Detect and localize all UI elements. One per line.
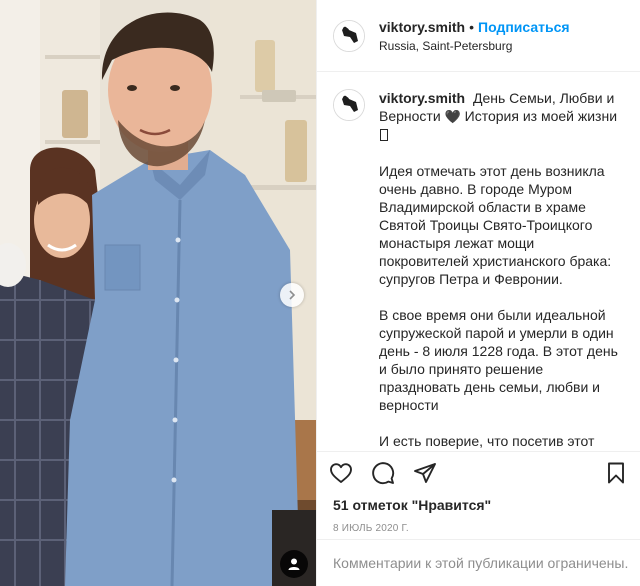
caption-paragraph: Идея отмечать этот день возникла очень д… bbox=[379, 163, 612, 287]
location-link[interactable]: Russia, Saint-Petersburg bbox=[379, 38, 570, 54]
comment-icon bbox=[372, 462, 395, 485]
header-separator: • bbox=[469, 18, 475, 35]
person-tag-icon bbox=[288, 558, 300, 570]
caption: viktory.smith День Семьи, Любви и Вернос… bbox=[333, 89, 624, 451]
caption-first-line-end: История из моей жизни bbox=[464, 108, 618, 124]
follow-button[interactable]: Подписаться bbox=[478, 18, 570, 36]
tagged-users-button[interactable] bbox=[280, 550, 308, 578]
likes-count[interactable]: 51 отметок "Нравится" bbox=[317, 496, 640, 514]
post-actions-section: 51 отметок "Нравится" 8 ИЮЛЬ 2020 Г. bbox=[317, 451, 640, 536]
missing-emoji-icon bbox=[380, 129, 388, 141]
caption-avatar[interactable] bbox=[333, 89, 365, 121]
paper-plane-icon bbox=[414, 463, 436, 483]
avatar[interactable] bbox=[333, 19, 365, 52]
chevron-right-icon bbox=[289, 290, 296, 300]
profile-silhouette-icon bbox=[334, 90, 364, 120]
caption-text: viktory.smith День Семьи, Любви и Вернос… bbox=[379, 89, 619, 451]
heart-icon bbox=[330, 463, 352, 483]
couple-photo bbox=[0, 0, 316, 586]
black-heart-icon: 🖤 bbox=[444, 109, 461, 124]
save-button[interactable] bbox=[602, 459, 630, 487]
caption-paragraph: И есть поверие, что посетив этот храм, ч… bbox=[379, 433, 595, 449]
share-button[interactable] bbox=[411, 459, 439, 487]
action-bar bbox=[317, 452, 640, 494]
caption-first-paragraph: viktory.smith День Семьи, Любви и Вернос… bbox=[379, 89, 619, 144]
caption-username-link[interactable]: viktory.smith bbox=[379, 90, 465, 106]
like-button[interactable] bbox=[327, 459, 355, 487]
profile-silhouette-icon bbox=[334, 20, 364, 51]
carousel-next-button[interactable] bbox=[280, 283, 304, 307]
bookmark-icon bbox=[608, 462, 624, 484]
post-details-panel: viktory.smith • Подписаться Russia, Sain… bbox=[316, 0, 640, 586]
header-username-link[interactable]: viktory.smith bbox=[379, 18, 465, 36]
post-photo[interactable] bbox=[0, 0, 316, 586]
post-date[interactable]: 8 ИЮЛЬ 2020 Г. bbox=[317, 522, 640, 536]
comments-list[interactable]: viktory.smith День Семьи, Любви и Вернос… bbox=[317, 73, 640, 451]
post-header: viktory.smith • Подписаться Russia, Sain… bbox=[317, 0, 640, 72]
caption-paragraph: В свое время они были идеальной супружес… bbox=[379, 307, 618, 413]
comments-restricted-notice: Комментарии к этой публикации ограничены… bbox=[317, 539, 640, 586]
comment-button[interactable] bbox=[369, 459, 397, 487]
